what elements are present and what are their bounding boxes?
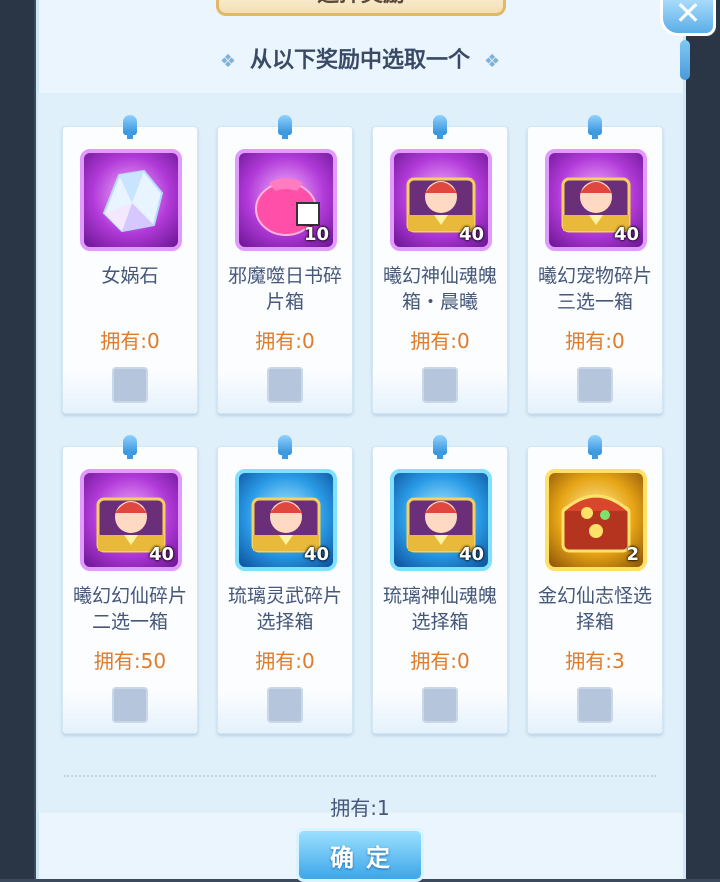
reward-card[interactable]: 40 曦幻宠物碎片三选一箱拥有:0	[527, 115, 663, 414]
reward-name: 曦幻幻仙碎片二选一箱	[72, 585, 187, 633]
reward-checkbox[interactable]	[577, 367, 613, 403]
reward-checkbox[interactable]	[422, 367, 458, 403]
reward-owned: 拥有:0	[410, 329, 470, 353]
card-clip-icon	[588, 435, 602, 459]
card-clip-icon	[433, 435, 447, 459]
reward-item-frame: 10	[235, 149, 337, 251]
reward-checkbox[interactable]	[112, 367, 148, 403]
item-count: 40	[148, 544, 174, 565]
reward-name: 琉璃灵武碎片选择箱	[227, 585, 342, 633]
reward-owned: 拥有:0	[255, 329, 315, 353]
card-clip-icon	[433, 115, 447, 139]
background-left	[0, 0, 34, 879]
reward-checkbox[interactable]	[267, 687, 303, 723]
close-icon: ✕	[674, 0, 702, 32]
background-right	[686, 0, 720, 879]
item-count: 40	[458, 224, 484, 245]
card-clip-icon	[278, 115, 292, 139]
item-count: 40	[613, 224, 639, 245]
confirm-button[interactable]: 确定	[296, 828, 424, 882]
reward-card[interactable]: 40 曦幻幻仙碎片二选一箱拥有:50	[62, 435, 198, 734]
reward-card[interactable]: 10 邪魔噬日书碎片箱拥有:0	[217, 115, 353, 414]
reward-card[interactable]: 40 琉璃灵武碎片选择箱拥有:0	[217, 435, 353, 734]
reward-checkbox[interactable]	[112, 687, 148, 723]
diamond-deco-icon: ❖	[219, 51, 236, 72]
reward-item-frame: 40	[390, 149, 492, 251]
card-clip-icon	[123, 435, 137, 459]
reward-item-frame: 2	[545, 469, 647, 571]
reward-item-frame: 40	[390, 469, 492, 571]
reward-checkbox[interactable]	[577, 687, 613, 723]
item-count: 10	[303, 224, 329, 245]
dialog-title-banner: 选择奖励	[216, 0, 506, 16]
dialog-subtitle: ❖ 从以下奖励中选取一个 ❖	[0, 42, 720, 74]
reward-owned: 拥有:0	[410, 649, 470, 673]
reward-name: 邪魔噬日书碎片箱	[227, 265, 342, 313]
item-count: 40	[458, 544, 484, 565]
reward-item-frame: 40	[80, 469, 182, 571]
reward-name: 金幻仙志怪选择箱	[537, 585, 652, 633]
reward-name: 曦幻宠物碎片三选一箱	[537, 265, 652, 313]
reward-owned: 拥有:50	[93, 649, 167, 673]
close-button[interactable]: ✕	[660, 0, 716, 36]
reward-owned: 拥有:0	[255, 649, 315, 673]
reward-card[interactable]: 40 曦幻神仙魂魄箱・晨曦拥有:0	[372, 115, 508, 414]
reward-item-frame: 40	[235, 469, 337, 571]
reward-name: 曦幻神仙魂魄箱・晨曦	[382, 265, 497, 313]
subtitle-text: 从以下奖励中选取一个	[249, 48, 470, 73]
reward-card[interactable]: 女娲石拥有:0	[62, 115, 198, 414]
card-clip-icon	[588, 115, 602, 139]
reward-card[interactable]: 2 金幻仙志怪选择箱拥有:3	[527, 435, 663, 734]
reward-owned: 拥有:0	[100, 329, 160, 353]
divider	[64, 775, 656, 777]
reward-owned: 拥有:0	[565, 329, 625, 353]
dialog-title: 选择奖励	[219, 0, 503, 12]
item-count: 40	[303, 544, 329, 565]
reward-owned: 拥有:3	[565, 649, 625, 673]
reward-name: 女娲石	[101, 265, 159, 287]
reward-item-frame: 40	[545, 149, 647, 251]
reward-checkbox[interactable]	[267, 367, 303, 403]
card-clip-icon	[278, 435, 292, 459]
reward-checkbox[interactable]	[422, 687, 458, 723]
item-count: 2	[626, 544, 639, 565]
diamond-deco-icon: ❖	[484, 51, 501, 72]
confirm-label: 确定	[330, 843, 402, 872]
total-owned: 拥有:1	[330, 796, 390, 820]
card-clip-icon	[123, 115, 137, 139]
reward-name: 琉璃神仙魂魄选择箱	[382, 585, 497, 633]
reward-item-frame	[80, 149, 182, 251]
reward-card[interactable]: 40 琉璃神仙魂魄选择箱拥有:0	[372, 435, 508, 734]
